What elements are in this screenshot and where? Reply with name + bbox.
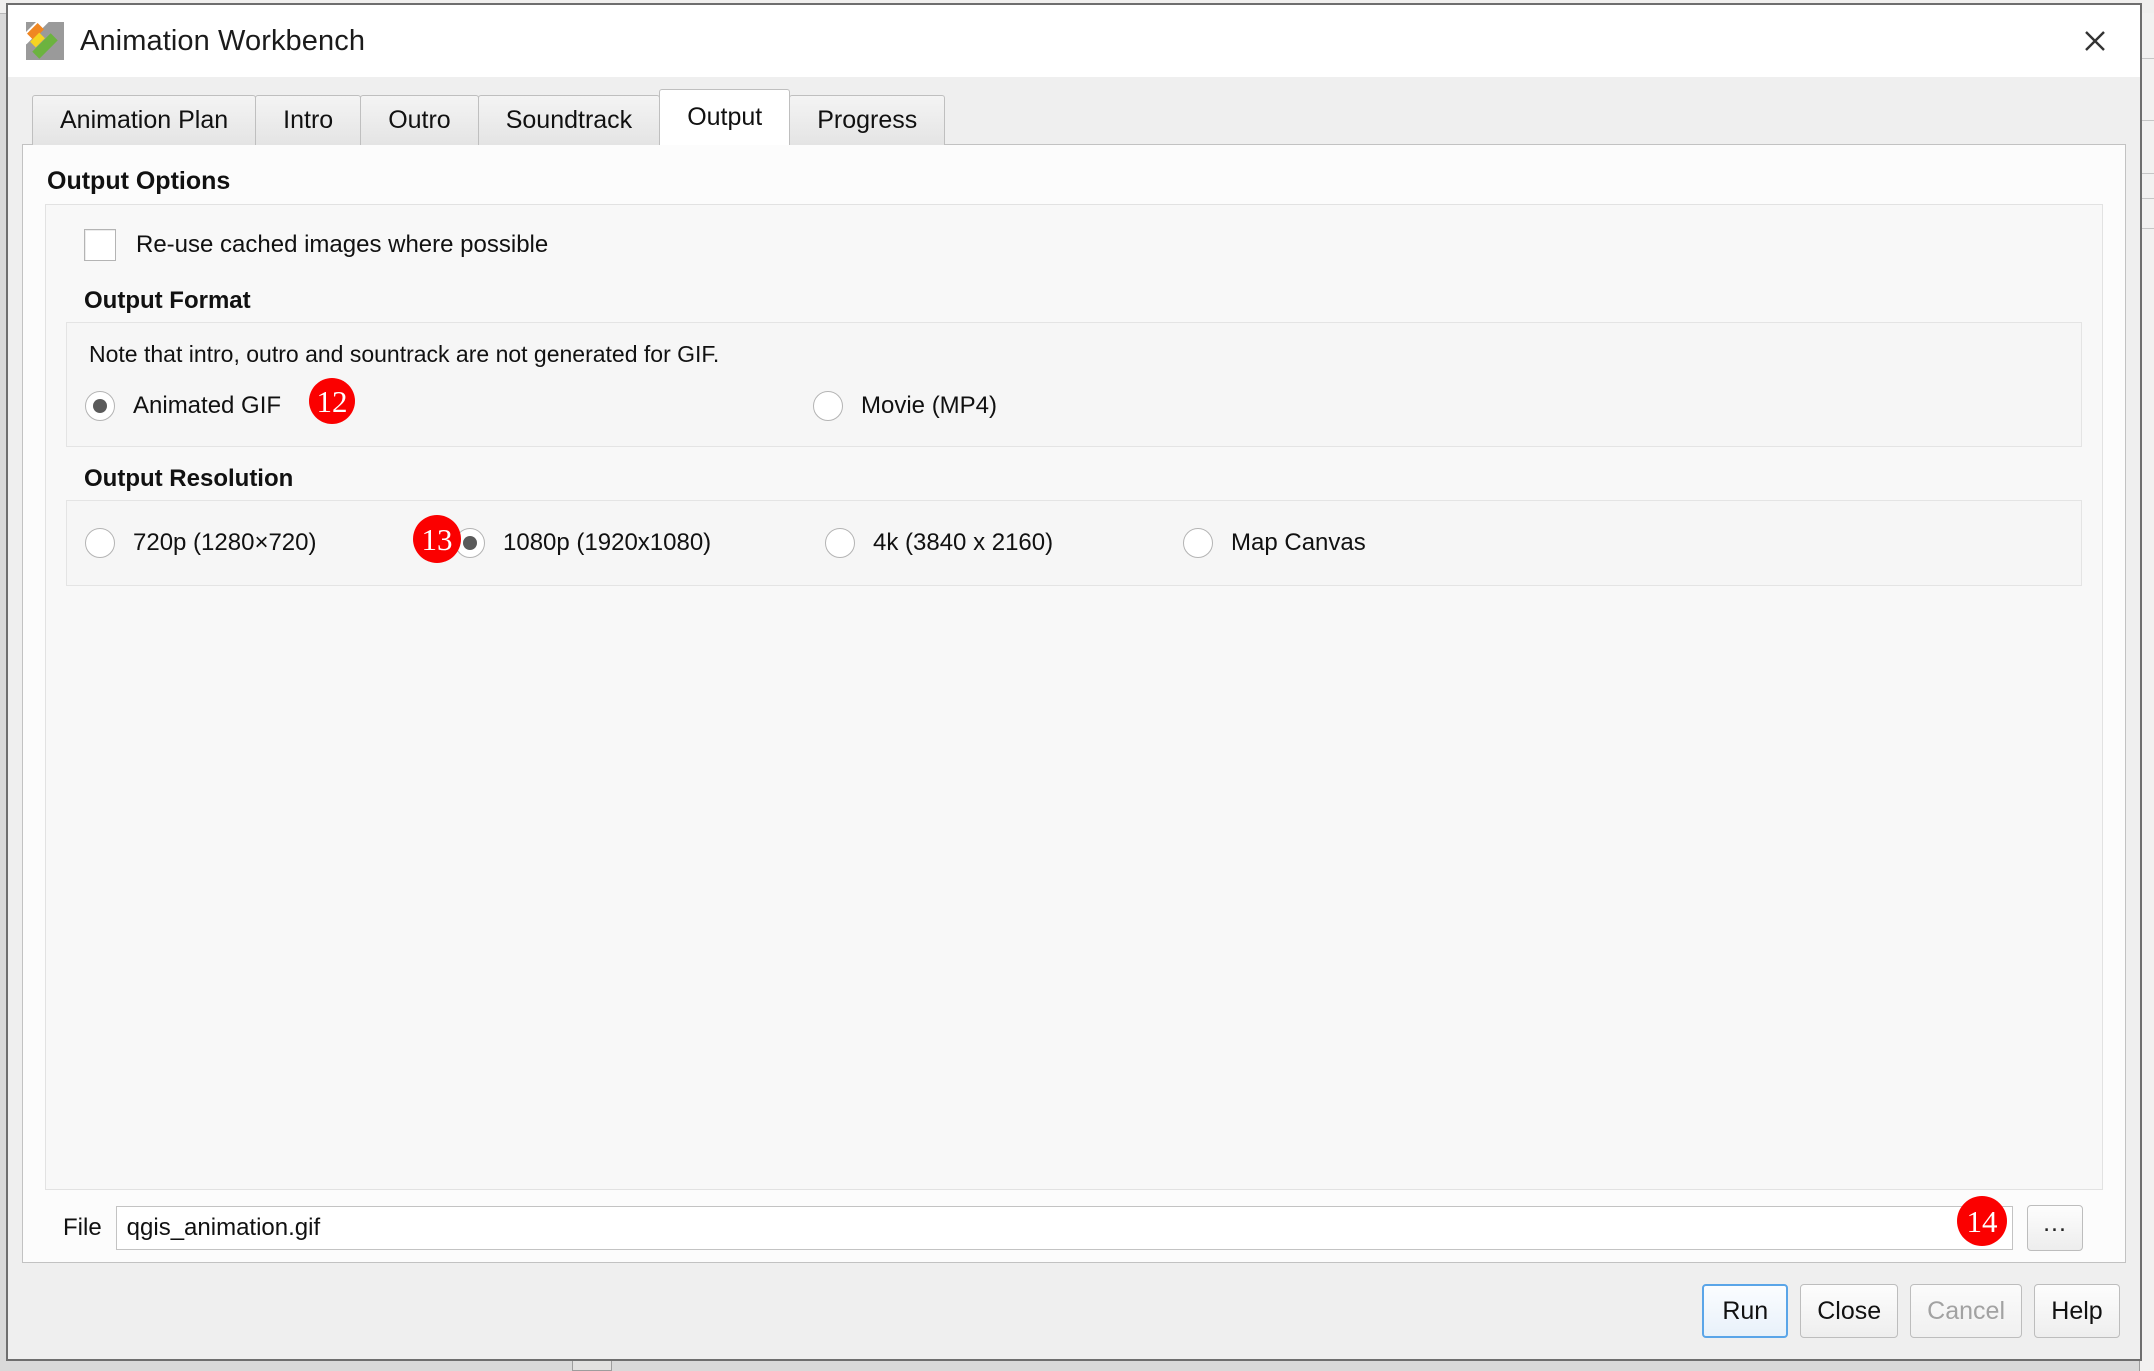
output-format-note: Note that intro, outro and sountrack are… [89,341,720,367]
reuse-cache-checkbox[interactable] [84,229,116,261]
output-format-title: Output Format [84,287,251,314]
animation-workbench-dialog: Animation Workbench Animation Plan Intro… [6,3,2142,1361]
radio-animated-gif-indicator[interactable] [85,391,115,421]
empty-area [66,586,2082,1169]
tab-progress[interactable]: Progress [789,95,946,145]
radio-movie-mp4-label: Movie (MP4) [861,392,998,419]
close-button[interactable]: Close [1800,1284,1899,1338]
dialog-button-bar: Run Close Cancel Help [8,1263,2140,1359]
radio-map-canvas-label: Map Canvas [1231,529,1366,556]
radio-720p-indicator[interactable] [85,528,115,558]
radio-720p[interactable]: 720p (1280×720) [85,528,455,558]
radio-1080p-indicator[interactable] [455,528,485,558]
output-resolution-title: Output Resolution [84,465,294,492]
radio-map-canvas-indicator[interactable] [1183,528,1213,558]
file-row: File qgis_animation.gif 14 ... [45,1194,2103,1262]
cancel-button: Cancel [1910,1284,2022,1338]
dialog-title: Animation Workbench [80,24,366,57]
tab-soundtrack[interactable]: Soundtrack [477,95,661,145]
tab-outro[interactable]: Outro [360,95,479,145]
output-tab-panel: Output Options Re-use cached images wher… [22,144,2126,1263]
radio-animated-gif[interactable]: Animated GIF 12 [85,378,813,424]
run-button[interactable]: Run [1702,1284,1789,1338]
radio-4k-indicator[interactable] [825,528,855,558]
radio-1080p-label: 1080p (1920x1080) [503,529,712,556]
help-button[interactable]: Help [2034,1284,2120,1338]
browse-file-button[interactable]: ... [2027,1205,2083,1251]
output-resolution-group: 720p (1280×720) 1080p (1920x1080) 13 4k … [66,500,2082,586]
dialog-body: Animation Plan Intro Outro Soundtrack Ou… [8,77,2140,1263]
radio-4k-label: 4k (3840 x 2160) [873,529,1054,556]
tab-bar: Animation Plan Intro Outro Soundtrack Ou… [32,89,2126,145]
radio-4k[interactable]: 4k (3840 x 2160) [825,528,1183,558]
reuse-cache-label: Re-use cached images where possible [136,231,549,258]
radio-1080p[interactable]: 1080p (1920x1080) 13 [413,515,825,563]
output-format-radio-row: Animated GIF 12 Movie (MP4) [85,378,2063,430]
close-icon[interactable] [2060,5,2130,77]
radio-animated-gif-label: Animated GIF [133,392,282,419]
tab-output[interactable]: Output [659,89,791,145]
output-options-group: Re-use cached images where possible Outp… [45,204,2103,1190]
tab-intro[interactable]: Intro [255,95,362,145]
callout-badge-12: 12 [309,378,355,424]
output-resolution-radio-row: 720p (1280×720) 1080p (1920x1080) 13 4k … [85,515,2063,567]
file-label: File [63,1214,102,1241]
radio-movie-mp4[interactable]: Movie (MP4) [813,391,997,421]
dialog-titlebar: Animation Workbench [8,5,2140,77]
tab-animation-plan[interactable]: Animation Plan [32,95,257,145]
radio-movie-mp4-indicator[interactable] [813,391,843,421]
animation-workbench-icon [26,22,64,60]
output-format-group: Note that intro, outro and sountrack are… [66,322,2082,447]
output-options-title: Output Options [47,167,231,195]
reuse-cache-row[interactable]: Re-use cached images where possible [66,221,2082,269]
radio-map-canvas[interactable]: Map Canvas [1183,528,1366,558]
file-path-input[interactable]: qgis_animation.gif [115,1206,2013,1250]
radio-720p-label: 720p (1280×720) [133,529,317,556]
